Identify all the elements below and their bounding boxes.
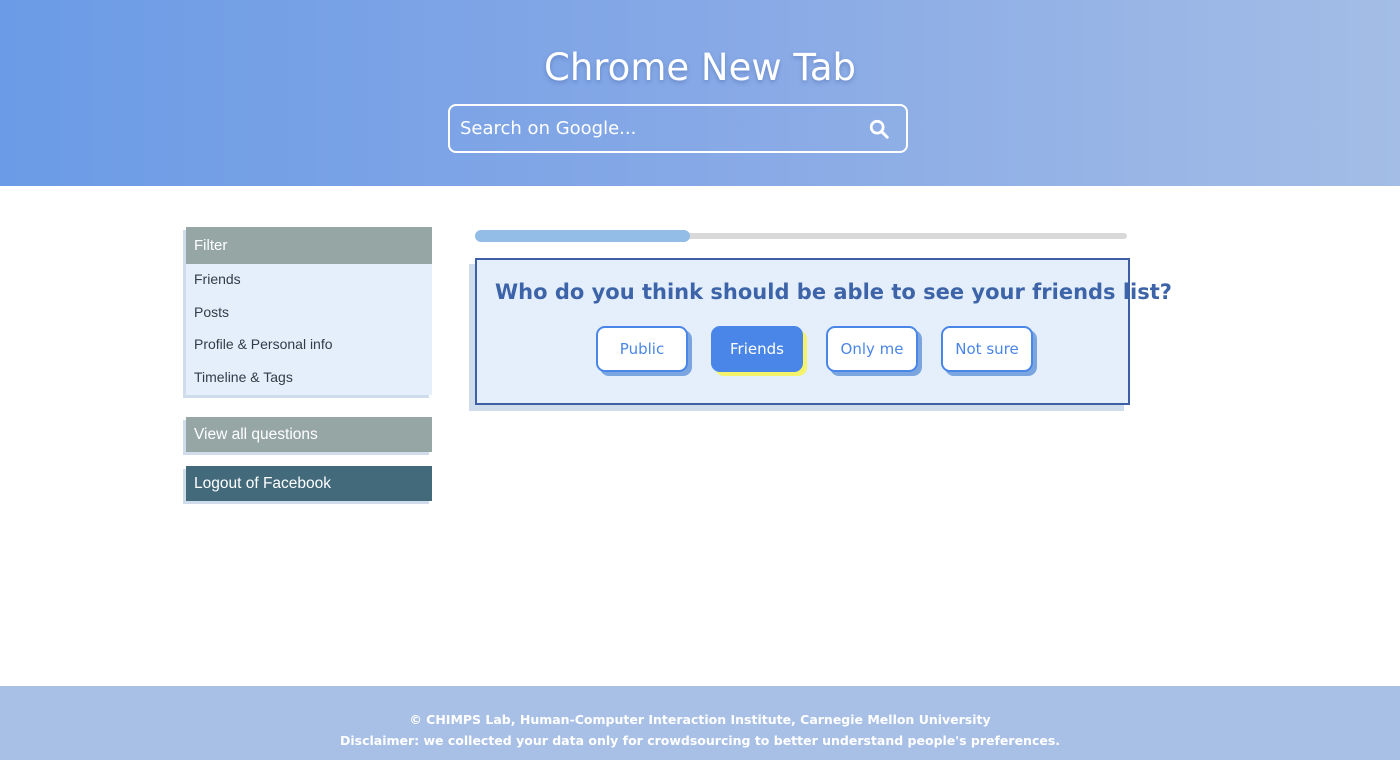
filter-title: Filter	[186, 227, 432, 264]
answer-public-button[interactable]: Public	[596, 326, 688, 372]
header-banner: Chrome New Tab	[0, 0, 1400, 186]
filter-item-timeline[interactable]: Timeline & Tags	[186, 363, 432, 396]
filter-item-profile[interactable]: Profile & Personal info	[186, 330, 432, 363]
progress-bar	[475, 230, 1127, 242]
progress-fill	[475, 230, 691, 242]
search-icon[interactable]	[868, 118, 890, 140]
footer-disclaimer: Disclaimer: we collected your data only …	[339, 733, 1061, 748]
filter-panel: Filter Friends Posts Profile & Personal …	[186, 227, 432, 395]
filter-item-friends[interactable]: Friends	[186, 265, 432, 298]
search-box	[448, 104, 908, 153]
view-all-questions-button[interactable]: View all questions	[186, 417, 432, 452]
search-input[interactable]	[460, 106, 860, 151]
question-card: Who do you think should be able to see y…	[475, 258, 1172, 405]
page-title: Chrome New Tab	[544, 46, 856, 89]
answer-not-sure-button[interactable]: Not sure	[941, 326, 1033, 372]
footer-copyright: © CHIMPS Lab, Human-Computer Interaction…	[409, 712, 991, 727]
question-text: Who do you think should be able to see y…	[495, 280, 1172, 304]
footer: © CHIMPS Lab, Human-Computer Interaction…	[0, 686, 1400, 760]
answer-only-me-button[interactable]: Only me	[826, 326, 918, 372]
answer-friends-button[interactable]: Friends	[711, 326, 803, 372]
filter-item-posts[interactable]: Posts	[186, 298, 432, 331]
logout-button[interactable]: Logout of Facebook	[186, 466, 432, 501]
